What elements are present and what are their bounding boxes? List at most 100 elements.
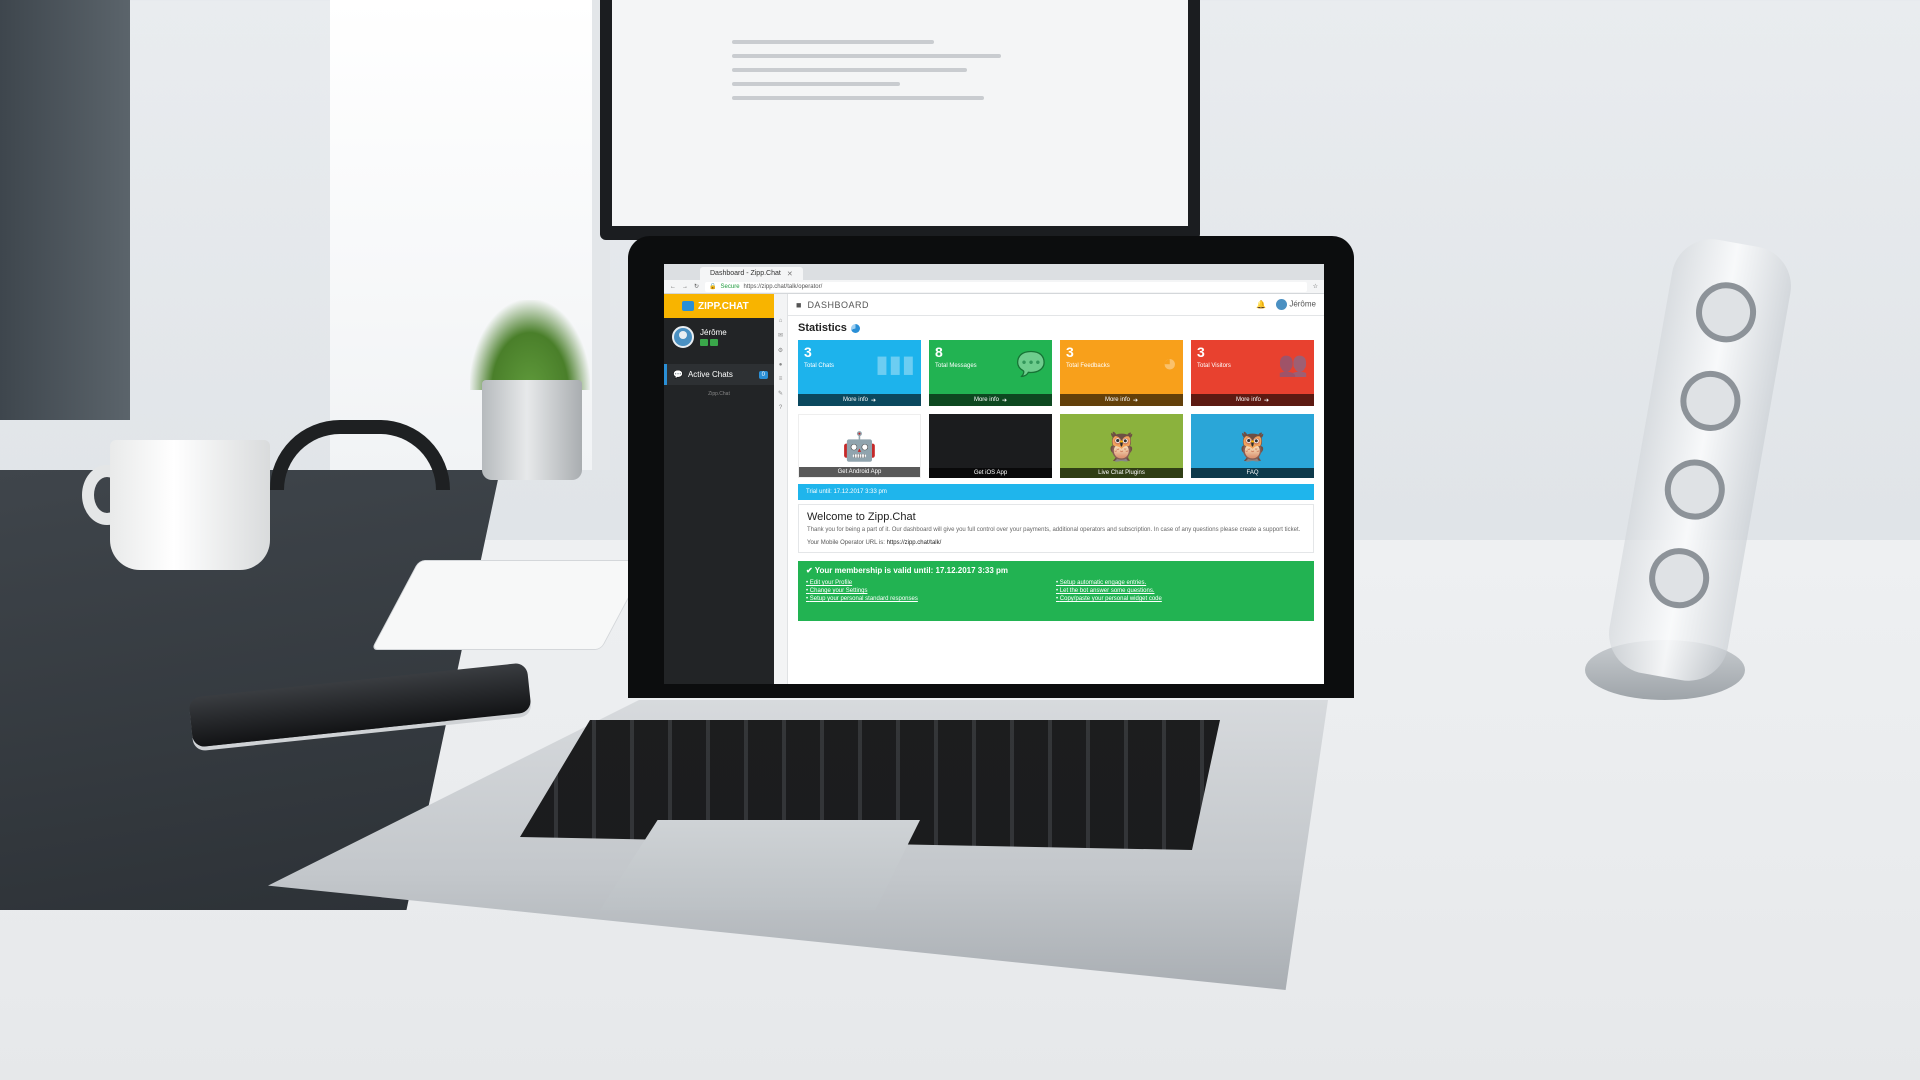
membership-links: Edit your Profile Change your Settings S… (806, 578, 1306, 602)
operator-url-link[interactable]: https://zipp.chat/talk/ (887, 540, 942, 546)
membership-links-right: Setup automatic engage entries. Let the … (1056, 578, 1306, 602)
cat-logo-icon: ■ (796, 299, 802, 310)
background-monitor-screen (612, 0, 1188, 226)
stats-grid: 3 Total Chats ▮▮▮ More info ➔ 8 Total Mes… (798, 340, 1314, 406)
link-standard-responses[interactable]: Setup your personal standard responses (806, 596, 1056, 602)
more-info-label: More info (973, 397, 999, 403)
sidebar: ZIPP.CHAT Jérôme 💬 Active Chats 0 Zipp.C… (664, 294, 774, 684)
list-icon[interactable]: ≡ (779, 376, 783, 382)
ios-app-tile[interactable]: Get iOS App (929, 414, 1052, 478)
chat-bubbles-icon: 💬 (1016, 351, 1046, 378)
bar-chart-icon: ▮▮▮ (875, 351, 915, 378)
settings-icon[interactable]: ⚙ (778, 347, 783, 354)
browser-tabbar: Dashboard - Zipp.Chat ✕ (664, 264, 1324, 280)
active-chats-badge: 0 (758, 370, 768, 379)
link-engage-entries[interactable]: Setup automatic engage entries. (1056, 580, 1306, 586)
avatar[interactable] (672, 326, 694, 348)
plant-pot (482, 380, 582, 480)
pie-chart-icon (850, 323, 860, 333)
browser-tab-title: Dashboard - Zipp.Chat (710, 270, 781, 277)
brand-name: ZIPP.CHAT (698, 300, 749, 312)
sidebar-footer: Zipp.Chat (708, 391, 730, 397)
link-edit-profile[interactable]: Edit your Profile (806, 580, 1056, 586)
user-menu[interactable]: Jérôme (1276, 299, 1316, 310)
more-info-link[interactable]: More info ➔ (1060, 394, 1183, 406)
pie-chart-icon: ◕ (1162, 350, 1178, 377)
star-icon[interactable]: ☆ (1313, 283, 1318, 290)
operator-url-line: Your Mobile Operator URL is: https://zip… (807, 540, 1305, 546)
avatar (1276, 299, 1288, 310)
more-info-link[interactable]: More info ➔ (929, 394, 1052, 406)
more-info-label: More info (1235, 397, 1261, 403)
user-menu-name: Jérôme (1289, 299, 1316, 309)
arrow-circle-icon: ➔ (1001, 397, 1008, 404)
app-tile-label: Get iOS App (929, 468, 1052, 478)
stat-card-total-feedbacks: 3 Total Feedbacks ◕ More info ➔ (1060, 340, 1183, 406)
help-icon[interactable]: ? (779, 405, 782, 411)
background-keyboard (371, 560, 649, 650)
lock-icon: 🔒 (709, 284, 717, 290)
arrow-circle-icon: ➔ (870, 397, 877, 404)
statistics-title: Statistics (798, 322, 847, 334)
user-name: Jérôme (700, 328, 727, 337)
home-icon[interactable]: ⌂ (779, 318, 783, 324)
address-bar: ← → ↻ 🔒 Secure https://zipp.chat/talk/op… (664, 280, 1324, 294)
users-icon: 👥 (1278, 351, 1308, 378)
welcome-box: Welcome to Zipp.Chat Thank you for being… (798, 504, 1314, 554)
arrow-circle-icon: ➔ (1132, 397, 1139, 404)
more-info-link[interactable]: More info ➔ (798, 394, 921, 406)
android-app-tile[interactable]: 🤖 Get Android App (798, 414, 921, 478)
sidebar-item-label: Active Chats (687, 370, 733, 379)
user-icon[interactable]: ● (779, 362, 783, 368)
statistics-heading: Statistics (798, 322, 1314, 334)
app-tile-label: Get Android App (799, 467, 920, 477)
faq-tile[interactable]: 🦉 FAQ (1191, 414, 1314, 478)
check-icon: ✔ (806, 566, 813, 576)
trial-banner: Trial until: 17.12.2017 3:33 pm (798, 484, 1314, 500)
welcome-title: Welcome to Zipp.Chat (807, 511, 916, 523)
chat-icon: 💬 (673, 370, 683, 379)
logo-icon (682, 301, 694, 311)
membership-title-text: Your membership is valid until: 17.12.20… (814, 566, 1009, 576)
membership-links-left: Edit your Profile Change your Settings S… (806, 578, 1056, 602)
chat-icon[interactable]: ✉ (778, 332, 783, 339)
topbar-right: 🔔 Jérôme (1256, 299, 1316, 310)
url-input[interactable]: 🔒 Secure https://zipp.chat/talk/operator… (705, 281, 1307, 292)
forward-icon[interactable]: → (682, 284, 688, 290)
link-bot-answers[interactable]: Let the bot answer some questions. (1056, 588, 1306, 594)
membership-title: ✔ Your membership is valid until: 17.12.… (806, 566, 1306, 575)
more-info-label: More info (1104, 397, 1130, 403)
app: ZIPP.CHAT Jérôme 💬 Active Chats 0 Zipp.C… (664, 294, 1324, 684)
brand-logo[interactable]: ZIPP.CHAT (664, 294, 774, 318)
edit-icon[interactable]: ✎ (778, 390, 783, 397)
browser-tab[interactable]: Dashboard - Zipp.Chat ✕ (700, 267, 803, 280)
more-info-link[interactable]: More info ➔ (1191, 394, 1314, 406)
back-icon[interactable]: ← (670, 284, 676, 290)
stat-card-total-messages: 8 Total Messages 💬 More info ➔ (929, 340, 1052, 406)
sidebar-item-active-chats[interactable]: 💬 Active Chats 0 (664, 364, 774, 385)
stat-label: Total Feedbacks (1066, 363, 1110, 369)
background-monitor (600, 0, 1200, 240)
welcome-text: Thank you for being a part of it. Our da… (807, 527, 1301, 533)
laptop-screen: Dashboard - Zipp.Chat ✕ ← → ↻ 🔒 Secure h… (664, 264, 1324, 684)
operator-url-label: Your Mobile Operator URL is: (807, 540, 885, 547)
bell-icon[interactable]: 🔔 (1256, 300, 1266, 309)
app-tile-label: FAQ (1191, 468, 1314, 478)
link-change-settings[interactable]: Change your Settings (806, 588, 1056, 594)
url-text: https://zipp.chat/talk/operator/ (743, 283, 823, 290)
user-panel: Jérôme (664, 318, 774, 356)
link-widget-code[interactable]: Copy/paste your personal widget code (1056, 596, 1306, 602)
online-toggle-icon[interactable] (710, 339, 718, 346)
plant (470, 300, 590, 390)
main-content: ■ DASHBOARD 🔔 Jérôme Statistics 3 Total … (788, 294, 1324, 684)
user-status (700, 339, 727, 346)
icon-rail: ⌂ ✉ ⚙ ● ≡ ✎ ? (774, 294, 788, 684)
stat-card-total-visitors: 3 Total Visitors 👥 More info ➔ (1191, 340, 1314, 406)
membership-box: ✔ Your membership is valid until: 17.12.… (798, 561, 1314, 622)
reload-icon[interactable]: ↻ (694, 283, 699, 290)
apps-grid: 🤖 Get Android App Get iOS App 🦉 Live Cha… (798, 414, 1314, 478)
page-title: DASHBOARD (807, 299, 869, 310)
sound-toggle-icon[interactable] (700, 339, 708, 346)
close-icon[interactable]: ✕ (787, 270, 793, 278)
live-chat-plugins-tile[interactable]: 🦉 Live Chat Plugins (1060, 414, 1183, 478)
